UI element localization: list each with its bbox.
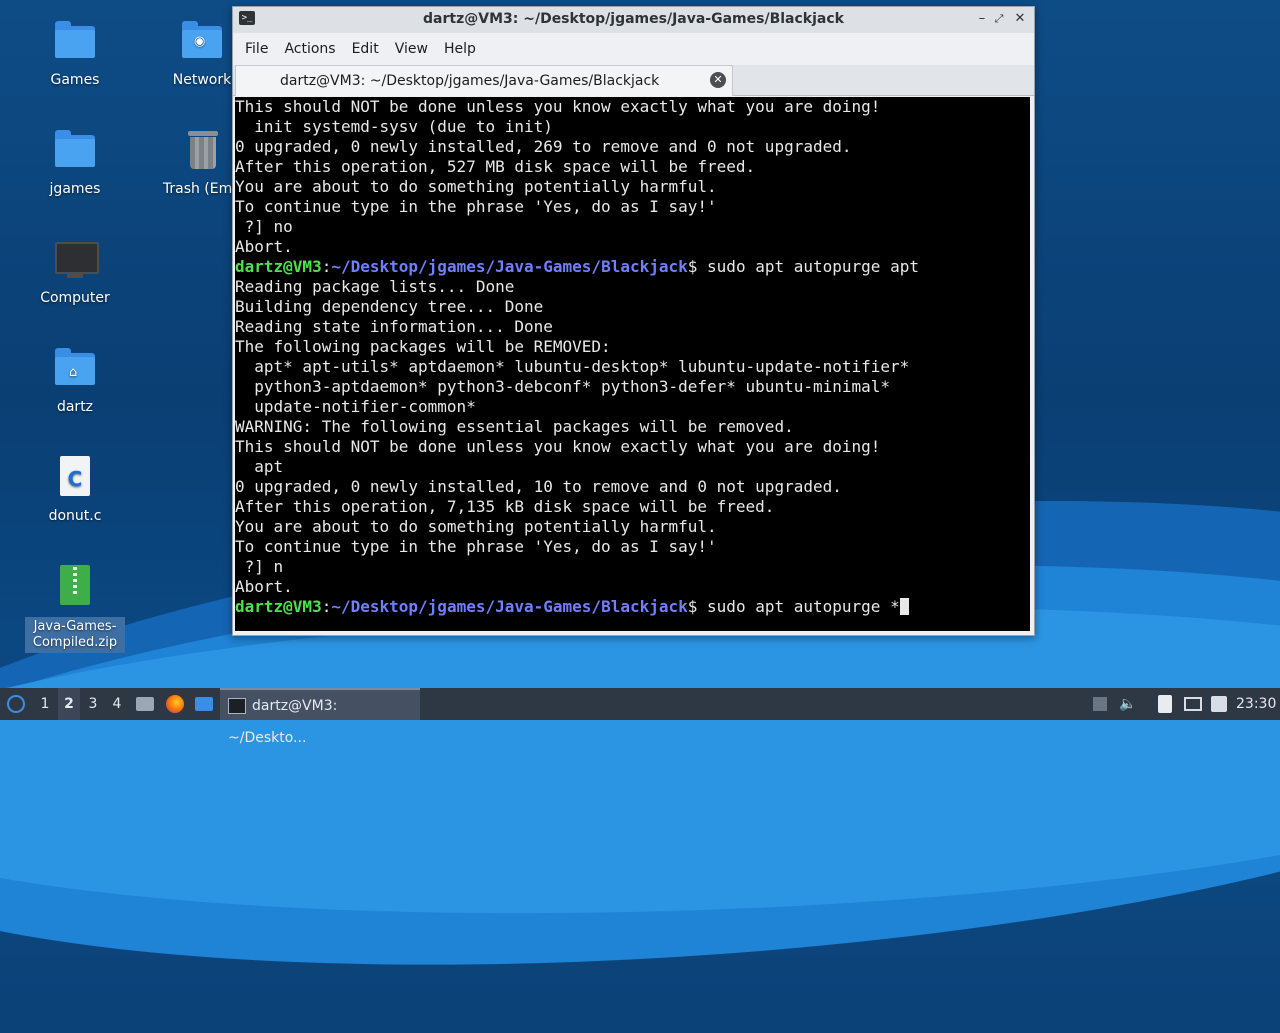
- prompt-dollar: $: [687, 257, 698, 276]
- terminal-line: You are about to do something potentiall…: [235, 177, 717, 196]
- terminal-line: Abort.: [235, 577, 293, 596]
- workspace-3[interactable]: 3: [82, 688, 104, 720]
- network-monitor-icon: [1184, 697, 1202, 711]
- zip-file-icon: [51, 563, 99, 611]
- terminal-line: init systemd-sysv (due to init): [235, 117, 553, 136]
- computer-icon: [51, 236, 99, 284]
- prompt-separator: :: [321, 597, 332, 616]
- desktop-icon-donut-c[interactable]: C donut.c: [20, 454, 130, 524]
- prompt-path: ~/Desktop/jgames/Java-Games/Blackjack: [331, 597, 688, 616]
- file-manager-launcher[interactable]: [134, 688, 156, 720]
- lubuntu-logo-icon: [7, 695, 25, 713]
- terminal-line: To continue type in the phrase 'Yes, do …: [235, 537, 717, 556]
- desktop-icon-computer[interactable]: Computer: [20, 236, 130, 306]
- prompt-separator: :: [321, 257, 332, 276]
- desktop-icon-jgames[interactable]: jgames: [20, 127, 130, 197]
- prompt-path: ~/Desktop/jgames/Java-Games/Blackjack: [331, 257, 688, 276]
- tab-label: dartz@VM3: ~/Desktop/jgames/Java-Games/B…: [280, 73, 660, 89]
- tray-up-icon: [1093, 697, 1107, 711]
- desktop-icon-zip[interactable]: Java-Games-Compiled.zip: [20, 563, 130, 653]
- terminal-icon: [228, 698, 246, 714]
- prompt-user: dartz@VM3: [235, 257, 322, 276]
- taskbar-task-terminal[interactable]: dartz@VM3: ~/Deskto...: [220, 688, 420, 746]
- firefox-launcher[interactable]: [164, 688, 186, 720]
- trash-icon: [178, 127, 226, 175]
- clock[interactable]: 23:30: [1236, 688, 1276, 720]
- volume-button[interactable]: 🔈: [1118, 688, 1138, 720]
- desktop-icon-dartz[interactable]: ⌂ dartz: [20, 345, 130, 415]
- terminal-line: WARNING: The following essential package…: [235, 417, 794, 436]
- terminal-line: The following packages will be REMOVED:: [235, 337, 611, 356]
- terminal-line: Reading state information... Done: [235, 317, 553, 336]
- menu-actions[interactable]: Actions: [276, 41, 343, 57]
- close-button[interactable]: ✕: [1011, 10, 1029, 28]
- desktop-icon-label: donut.c: [48, 508, 102, 524]
- info-icon: [1211, 696, 1227, 712]
- folder-icon: [55, 21, 95, 58]
- menu-bar: File Actions Edit View Help: [233, 33, 1034, 65]
- terminal-line: To continue type in the phrase 'Yes, do …: [235, 197, 717, 216]
- tray-arrow-button[interactable]: [1090, 688, 1110, 720]
- workspace-4[interactable]: 4: [106, 688, 128, 720]
- menu-help[interactable]: Help: [436, 41, 484, 57]
- c-file-icon: C: [51, 454, 99, 502]
- command-text: sudo apt autopurge apt: [697, 257, 919, 276]
- show-desktop-button[interactable]: [193, 688, 215, 720]
- terminal-line: You are about to do something potentiall…: [235, 517, 717, 536]
- desktop-icon-label: Computer: [40, 290, 110, 306]
- desktop-icon-label: Games: [50, 72, 100, 88]
- taskbar: 1 2 3 4 dartz@VM3: ~/Deskto... 🔈 23:30: [0, 688, 1280, 746]
- network-tray-button[interactable]: [1182, 688, 1204, 720]
- command-input[interactable]: sudo apt autopurge *: [697, 597, 900, 616]
- start-menu-button[interactable]: [4, 688, 28, 720]
- terminal-line: Building dependency tree... Done: [235, 297, 544, 316]
- folder-icon: [55, 130, 95, 167]
- terminal-line: ?] no: [235, 217, 293, 236]
- terminal-line: 0 upgraded, 0 newly installed, 10 to rem…: [235, 477, 842, 496]
- terminal-line: ?] n: [235, 557, 284, 576]
- volume-icon: 🔈: [1119, 696, 1137, 712]
- desktop-icon-label: dartz: [56, 399, 94, 415]
- terminal-line: python3-aptdaemon* python3-debconf* pyth…: [235, 377, 891, 396]
- terminal-tab[interactable]: dartz@VM3: ~/Desktop/jgames/Java-Games/B…: [235, 65, 733, 96]
- text-cursor: [899, 598, 909, 615]
- terminal-line: This should NOT be done unless you know …: [235, 97, 881, 116]
- terminal-line: Reading package lists... Done: [235, 277, 515, 296]
- desktop-icon-label: jgames: [49, 181, 101, 197]
- terminal-line: Abort.: [235, 237, 293, 256]
- window-title: dartz@VM3: ~/Desktop/jgames/Java-Games/B…: [423, 11, 844, 27]
- maximize-button[interactable]: ⤢: [990, 10, 1008, 28]
- prompt-user: dartz@VM3: [235, 597, 322, 616]
- terminal-line: apt* apt-utils* aptdaemon* lubuntu-deskt…: [235, 357, 910, 376]
- workspace-2[interactable]: 2: [58, 688, 80, 720]
- terminal-line: update-notifier-common*: [235, 397, 476, 416]
- desktop-icon-label: Java-Games-Compiled.zip: [25, 617, 125, 653]
- menu-edit[interactable]: Edit: [344, 41, 387, 57]
- clipboard-button[interactable]: [1154, 688, 1176, 720]
- file-manager-icon: [136, 697, 154, 711]
- clipboard-icon: [1158, 695, 1172, 713]
- firefox-icon: [166, 695, 184, 713]
- menu-file[interactable]: File: [237, 41, 276, 57]
- prompt-dollar: $: [687, 597, 698, 616]
- desktop-icon-games[interactable]: Games: [20, 18, 130, 88]
- minimize-button[interactable]: –: [973, 10, 991, 28]
- terminal-line: This should NOT be done unless you know …: [235, 437, 881, 456]
- desktop-icon: [195, 697, 213, 711]
- terminal-window[interactable]: >_ dartz@VM3: ~/Desktop/jgames/Java-Game…: [232, 6, 1035, 636]
- tab-bar: dartz@VM3: ~/Desktop/jgames/Java-Games/B…: [233, 65, 1034, 96]
- terminal-line: 0 upgraded, 0 newly installed, 269 to re…: [235, 137, 852, 156]
- terminal-output[interactable]: This should NOT be done unless you know …: [235, 97, 1030, 631]
- updates-button[interactable]: [1208, 688, 1230, 720]
- terminal-line: After this operation, 7,135 kB disk spac…: [235, 497, 775, 516]
- window-titlebar[interactable]: >_ dartz@VM3: ~/Desktop/jgames/Java-Game…: [233, 7, 1034, 33]
- tab-close-icon[interactable]: ✕: [710, 72, 726, 88]
- terminal-line: After this operation, 527 MB disk space …: [235, 157, 756, 176]
- workspace-1[interactable]: 1: [34, 688, 56, 720]
- menu-view[interactable]: View: [387, 41, 436, 57]
- terminal-line: apt: [235, 457, 284, 476]
